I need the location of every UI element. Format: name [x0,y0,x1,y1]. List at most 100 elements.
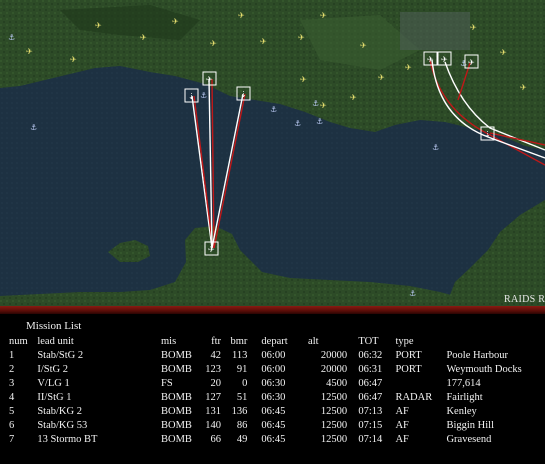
cell-spacer [347,433,358,447]
raids-label[interactable]: RAIDS R [504,294,545,305]
mission-cell-mis: FS [160,378,173,389]
mission-cell-num: 5 [9,406,15,417]
mission-cell-target: Gravesend [446,434,492,445]
mission-cell-bmr: 113 [232,350,248,361]
svg-text:✈: ✈ [26,47,33,56]
col-spacer [247,335,261,349]
svg-text:✈: ✈ [470,23,477,32]
mission-cell-bmr: 91 [236,364,248,375]
mission-cell-ftr: 127 [205,392,222,403]
mission-cell-num: 6 [9,420,15,431]
svg-text:✈: ✈ [405,63,412,72]
mission-cell-mis: BOMB [160,364,192,375]
mission-cell-depart: 06:45 [261,406,286,417]
svg-text:⚓: ⚓ [312,99,319,108]
mission-list-title: Mission List [26,320,82,332]
mission-cell-type: AF [395,406,409,417]
svg-text:✈: ✈ [172,17,179,26]
svg-text:⚓: ⚓ [8,33,15,42]
mission-row[interactable]: 3 V/LG 1 FS 20 0 06:30 4500 06:47 177,614 [9,377,545,391]
cell-spacer [247,391,261,405]
mission-row[interactable]: 4 II/StG 1 BOMB 127 51 06:30 12500 06:47 RADAR Fa… [9,391,545,405]
mission-row[interactable]: 5 Stab/KG 2 BOMB 131 136 06:45 12500 07:13 AF Ken… [9,405,545,419]
col-header-mis[interactable]: mis [161,335,200,349]
cell-spacer [347,349,358,363]
col-header-ftr[interactable]: ftr [200,335,221,349]
mission-cell-alt: 4500 [326,378,348,389]
mission-cell-tot: 06:32 [358,350,383,361]
svg-text:⚓: ⚓ [432,143,439,152]
svg-text:✈: ✈ [441,55,448,64]
cell-spacer [347,363,358,377]
svg-text:✈: ✈ [210,39,217,48]
col-header-target[interactable] [446,335,545,349]
mission-cell-depart: 06:00 [261,364,286,375]
mission-cell-num: 3 [9,378,15,389]
mission-cell-bmr: 86 [236,420,248,431]
svg-text:⚓: ⚓ [409,289,416,298]
mission-cell-ftr: 131 [205,406,222,417]
mission-row[interactable]: 6 Stab/KG 53 BOMB 140 86 06:45 12500 07:15 AF Big… [9,419,545,433]
mission-cell-tot: 07:13 [358,406,383,417]
svg-text:✈: ✈ [140,33,147,42]
col-header-tot[interactable]: TOT [358,335,395,349]
cell-spacer [347,405,358,419]
mission-cell-depart: 06:30 [261,392,286,403]
svg-text:⇣: ⇣ [484,130,491,139]
mission-cell-tot: 06:31 [358,364,383,375]
mission-cell-alt: 12500 [320,406,348,417]
mission-row[interactable]: 1 Stab/StG 2 BOMB 42 113 06:00 20000 06:32 PORT P… [9,349,545,363]
mission-cell-type: PORT [395,364,422,375]
mission-cell-depart: 06:30 [261,378,286,389]
mission-cell-target: Fairlight [446,392,483,403]
mission-cell-mis: BOMB [160,350,192,361]
col-header-type[interactable]: type [395,335,446,349]
mission-cell-lead-unit: Stab/KG 2 [37,406,82,417]
mission-row[interactable]: 7 13 Stormo BT BOMB 66 49 06:45 12500 07:14 AF Gr… [9,433,545,447]
mission-cell-lead-unit: I/StG 2 [37,364,68,375]
col-header-alt[interactable]: alt [308,335,347,349]
mission-cell-lead-unit: Stab/KG 53 [37,420,88,431]
mission-cell-tot: 06:47 [358,378,383,389]
col-header-num[interactable]: num [9,335,37,349]
mission-cell-target: Biggin Hill [446,420,495,431]
mission-cell-num: 4 [9,392,15,403]
london-urban [400,12,470,50]
col-header-bmr[interactable]: bmr [221,335,247,349]
mission-list-panel: Mission List num lead unit mis ftr bmr d… [0,314,545,464]
mission-cell-type: AF [395,434,409,445]
cell-spacer [247,433,261,447]
col-header-depart[interactable]: depart [261,335,308,349]
svg-text:✈: ✈ [500,48,507,57]
mission-cell-bmr: 49 [236,434,248,445]
svg-text:✈: ✈ [238,11,245,20]
cell-spacer [347,377,358,391]
mission-cell-target: Weymouth Docks [446,364,522,375]
svg-text:⚓: ⚓ [30,123,37,132]
mission-cell-ftr: 123 [205,364,222,375]
col-spacer [347,335,358,349]
svg-text:✈: ✈ [70,55,77,64]
mission-cell-ftr: 66 [210,434,222,445]
svg-text:✈: ✈ [298,33,305,42]
mission-cell-type: AF [395,420,409,431]
mission-cell-lead-unit: Stab/StG 2 [37,350,84,361]
mission-cell-alt: 12500 [320,420,348,431]
cell-spacer [247,377,261,391]
svg-text:✈: ✈ [520,83,527,92]
mission-cell-ftr: 42 [210,350,222,361]
mission-cell-bmr: 136 [231,406,248,417]
mission-cell-depart: 06:45 [261,434,286,445]
svg-text:✈: ✈ [260,37,267,46]
panel-border [0,306,545,314]
mission-cell-lead-unit: II/StG 1 [37,392,72,403]
mission-row[interactable]: 2 I/StG 2 BOMB 123 91 06:00 20000 06:31 PORT Weym… [9,363,545,377]
mission-cell-num: 7 [9,434,15,445]
strategic-map[interactable]: ✈ ✈ ✈ ✈ ✈ ✈ ✈ ✈ ✈ ✈ ✈ ✈ ✈ ✈ ✈ ✈ ✈ ✈ ✈ ⚓ ⚓ ⚓ ⚓ ⚓ ⚓ ⚓ ⚓ ⚓ ⚓ [0,0,545,306]
mission-cell-mis: BOMB [160,406,192,417]
svg-text:✈: ✈ [350,93,357,102]
col-header-lead-unit[interactable]: lead unit [37,335,161,349]
mission-cell-ftr: 20 [210,378,222,389]
mission-cell-num: 2 [9,364,15,375]
svg-text:⚓: ⚓ [460,59,467,68]
